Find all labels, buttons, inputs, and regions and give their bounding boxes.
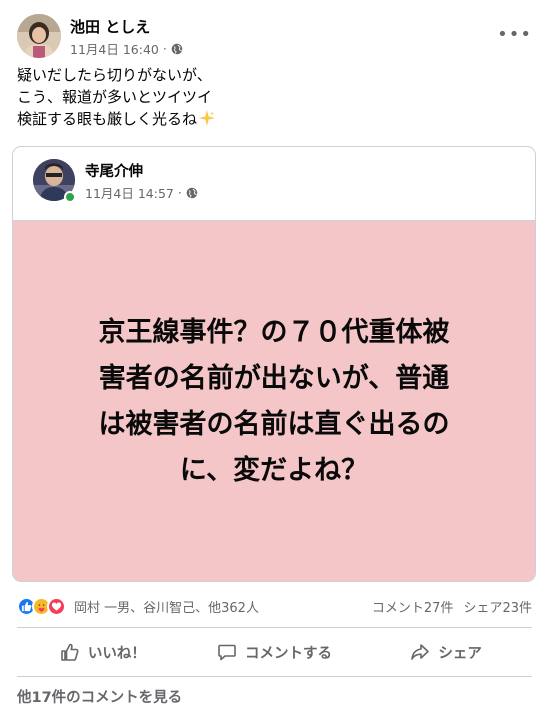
- author-avatar-image: [17, 14, 61, 58]
- post-text-line: 疑いだしたら切りがないが、: [17, 66, 212, 84]
- reactions-summary: 岡村 一男、谷川智己、他362人 コメント27件 シェア23件: [17, 594, 532, 618]
- share-button[interactable]: シェア: [360, 632, 532, 672]
- post-text-line: こう、報道が多いとツイツイ: [17, 88, 213, 106]
- action-bar: いいね！ コメントする シェア: [17, 632, 532, 672]
- sparkle-emoji-icon: [198, 109, 216, 133]
- share-button-label: シェア: [438, 645, 482, 662]
- share-count[interactable]: シェア23件: [463, 597, 532, 616]
- post-header: 池田 としえ 11月4日 16:40 · •••: [17, 14, 532, 62]
- card-text-line: は被害者の名前は直ぐ出るの: [98, 409, 450, 440]
- online-status-indicator: [64, 191, 76, 203]
- divider: [17, 676, 532, 677]
- post-text-line-content: 検証する眼も厳しく光るね: [17, 110, 198, 128]
- divider: [17, 627, 532, 628]
- reaction-names[interactable]: 岡村 一男、谷川智己、他362人: [74, 597, 372, 616]
- post-date[interactable]: 11月4日 16:40: [70, 39, 159, 58]
- post-text-line: 検証する眼も厳しく光るね: [17, 108, 532, 133]
- thumbs-up-icon: [61, 643, 79, 661]
- comment-button[interactable]: コメントする: [189, 632, 361, 672]
- more-options-icon[interactable]: •••: [497, 24, 532, 45]
- author-avatar[interactable]: [17, 14, 61, 58]
- card-text-line: 害者の名前が出ないが、普通: [98, 363, 450, 394]
- post-meta: 11月4日 16:40 ·: [70, 39, 183, 58]
- shared-post[interactable]: 寺尾介伸 11月4日 14:57 · 京王線事件？の７０代重体被 害者の名前が出…: [12, 146, 536, 582]
- comment-count[interactable]: コメント27件: [372, 597, 454, 616]
- shared-author-name[interactable]: 寺尾介伸: [85, 160, 143, 181]
- like-button[interactable]: いいね！: [17, 632, 189, 672]
- shared-post-meta: 11月4日 14:57 ·: [85, 183, 198, 202]
- shared-post-header: 寺尾介伸 11月4日 14:57 ·: [13, 147, 535, 221]
- card-text: 京王線事件？の７０代重体被 害者の名前が出ないが、普通 は被害者の名前は直ぐ出る…: [49, 310, 499, 494]
- like-button-label: いいね！: [87, 645, 146, 662]
- shared-post-date[interactable]: 11月4日 14:57: [85, 183, 174, 202]
- share-arrow-icon: [411, 644, 430, 660]
- love-reaction-icon: [47, 596, 66, 616]
- card-text-line: 京王線事件？の７０代重体被: [98, 317, 450, 348]
- meta-separator: ·: [177, 185, 182, 200]
- card-text-line: に、変だよね？: [179, 455, 369, 486]
- view-more-comments-link[interactable]: 他17件のコメントを見る: [17, 686, 182, 707]
- text-background-card: 京王線事件？の７０代重体被 害者の名前が出ないが、普通 は被害者の名前は直ぐ出る…: [13, 221, 535, 581]
- globe-icon: [171, 43, 183, 54]
- engagement-counts: コメント27件 シェア23件: [372, 597, 532, 616]
- post-text: 疑いだしたら切りがないが、 こう、報道が多いとツイツイ 検証する眼も厳しく光るね: [17, 64, 532, 133]
- globe-icon: [186, 187, 198, 198]
- author-name[interactable]: 池田 としえ: [70, 16, 150, 37]
- comment-button-label: コメントする: [245, 645, 332, 662]
- reaction-icons[interactable]: [17, 596, 66, 616]
- meta-separator: ·: [162, 41, 167, 56]
- comment-bubble-icon: [218, 644, 236, 661]
